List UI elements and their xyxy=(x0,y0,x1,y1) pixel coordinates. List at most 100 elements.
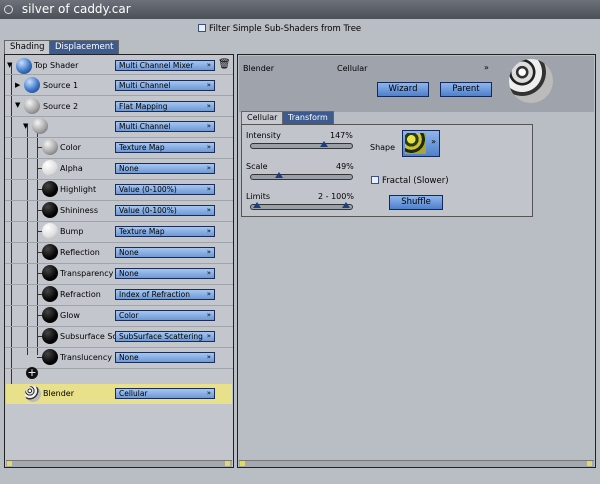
wizard-button[interactable]: Wizard xyxy=(377,82,429,97)
scroll-handle[interactable] xyxy=(240,461,245,466)
shape-selector[interactable]: » xyxy=(402,130,440,157)
editor-scrollbar[interactable] xyxy=(239,460,594,467)
tab-shading[interactable]: Shading xyxy=(4,40,51,54)
dropdown-value: Index of Refraction xyxy=(119,290,190,299)
channel-row-bump[interactable]: Bump Texture Map » xyxy=(5,222,233,241)
divider xyxy=(5,95,233,96)
channel-label: Subsurface Sc xyxy=(60,332,117,341)
channel-dropdown[interactable]: None » xyxy=(115,247,215,258)
shape-label: Shape xyxy=(370,143,396,152)
limits-slider[interactable] xyxy=(250,202,353,210)
chevron-down-icon: » xyxy=(206,227,211,235)
shuffle-button[interactable]: Shuffle xyxy=(389,195,443,210)
channel-row-translucency[interactable]: Translucency None » xyxy=(5,348,233,367)
chevron-down-icon: » xyxy=(206,143,211,151)
dropdown-value: Multi Channel xyxy=(119,81,171,90)
chevron-down-icon: » xyxy=(206,353,211,361)
divider xyxy=(5,116,233,117)
channel-dropdown[interactable]: Texture Map » xyxy=(115,226,215,237)
expand-arrow-icon[interactable]: ▼ xyxy=(15,101,20,109)
channel-row-shininess[interactable]: Shininess Value (0-100%) » xyxy=(5,201,233,220)
source1-label: Source 1 xyxy=(43,81,79,90)
intensity-label: Intensity xyxy=(246,131,281,140)
channel-label: Highlight xyxy=(60,185,97,194)
blender-dropdown[interactable]: Cellular » xyxy=(115,388,215,399)
chevron-down-icon: » xyxy=(206,61,211,69)
channel-dropdown[interactable]: SubSurface Scattering» xyxy=(115,331,215,342)
dropdown-value: None xyxy=(119,248,139,257)
channel-row-highlight[interactable]: Highlight Value (0-100%) » xyxy=(5,180,233,199)
channel-label: Bump xyxy=(60,227,84,236)
intensity-slider[interactable] xyxy=(250,141,353,149)
channel-label: Glow xyxy=(60,311,80,320)
fractal-label: Fractal (Slower) xyxy=(382,176,449,186)
trash-icon[interactable]: 🗑 xyxy=(218,59,231,70)
checkbox-icon[interactable] xyxy=(198,24,206,32)
filter-simple-subshaders-checkbox[interactable]: Filter Simple Sub-Shaders from Tree xyxy=(198,24,361,34)
channel-row-color[interactable]: Color Texture Map » xyxy=(5,138,233,157)
source1-dropdown[interactable]: Multi Channel » xyxy=(115,80,215,91)
top-shader-dropdown[interactable]: Multi Channel Mixer » xyxy=(115,60,215,71)
slider-thumb[interactable] xyxy=(320,141,329,147)
reflection-sphere-icon xyxy=(42,244,58,260)
transparency-sphere-icon xyxy=(42,265,58,281)
slider-thumb-high[interactable] xyxy=(342,202,350,208)
channel-row-reflection[interactable]: Reflection None » xyxy=(5,243,233,262)
parent-button[interactable]: Parent xyxy=(440,82,492,97)
close-icon[interactable] xyxy=(4,5,13,14)
channel-dropdown[interactable]: None » xyxy=(115,268,215,279)
scroll-handle[interactable] xyxy=(7,461,12,466)
blender-row[interactable]: Blender Cellular » xyxy=(6,384,232,404)
dropdown-value: Multi Channel Mixer xyxy=(119,61,194,70)
channel-row-alpha[interactable]: Alpha None » xyxy=(5,159,233,178)
channel-label: Refraction xyxy=(60,290,101,299)
source2-dropdown[interactable]: Flat Mapping » xyxy=(115,101,215,112)
tree-scrollbar[interactable] xyxy=(6,460,232,467)
channel-dropdown[interactable]: Index of Refraction » xyxy=(115,289,215,300)
highlight-sphere-icon xyxy=(42,181,58,197)
expand-arrow-icon[interactable]: ▼ xyxy=(7,61,12,69)
channel-dropdown[interactable]: Texture Map » xyxy=(115,142,215,153)
slider-thumb[interactable] xyxy=(274,172,283,178)
add-shader-icon[interactable]: + xyxy=(26,367,38,379)
channel-dropdown[interactable]: Value (0-100%) » xyxy=(115,184,215,195)
dropdown-value: Multi Channel xyxy=(119,122,171,131)
chevron-down-icon: » xyxy=(206,185,211,193)
translucency-sphere-icon xyxy=(42,349,58,365)
channel-row-subsurface[interactable]: Subsurface Sc SubSurface Scattering» xyxy=(5,327,233,346)
limits-value: 2 - 100% xyxy=(318,192,354,201)
channel-row-refraction[interactable]: Refraction Index of Refraction » xyxy=(5,285,233,304)
tab-transform[interactable]: Transform xyxy=(282,111,334,125)
bump-sphere-icon xyxy=(42,223,58,239)
dropdown-value: Value (0-100%) xyxy=(119,206,177,215)
collapse-arrow-icon[interactable]: ▶ xyxy=(15,81,20,89)
expand-arrow-icon[interactable]: ▼ xyxy=(23,122,28,130)
sub-shader-dropdown[interactable]: Multi Channel » xyxy=(115,121,215,132)
channel-row-transparency[interactable]: Transparency None » xyxy=(5,264,233,283)
scroll-handle[interactable] xyxy=(587,461,592,466)
channel-dropdown[interactable]: None » xyxy=(115,352,215,363)
alpha-sphere-icon xyxy=(42,160,58,176)
color-sphere-icon xyxy=(42,139,58,155)
fractal-checkbox[interactable]: Fractal (Slower) xyxy=(371,176,449,186)
scale-slider[interactable] xyxy=(250,172,353,180)
chevron-down-icon: » xyxy=(206,389,211,397)
channel-dropdown[interactable]: Value (0-100%) » xyxy=(115,205,215,216)
blender-label: Blender xyxy=(43,389,74,398)
channel-dropdown[interactable]: Color » xyxy=(115,310,215,321)
dropdown-value: Flat Mapping xyxy=(119,102,168,111)
channel-row-glow[interactable]: Glow Color » xyxy=(5,306,233,325)
channel-dropdown[interactable]: None » xyxy=(115,163,215,174)
slider-thumb-low[interactable] xyxy=(252,202,261,208)
chevron-down-icon[interactable]: » xyxy=(484,63,489,72)
blender-sphere-icon xyxy=(25,386,41,402)
editor-type[interactable]: Cellular xyxy=(337,64,367,73)
scroll-handle[interactable] xyxy=(225,461,230,466)
dropdown-value: None xyxy=(119,269,139,278)
checkbox-icon[interactable] xyxy=(371,176,379,184)
channel-label: Reflection xyxy=(60,248,100,257)
cellular-panel: Intensity 147% Scale 49% Limits 2 - 100%… xyxy=(241,124,533,217)
tab-cellular[interactable]: Cellular xyxy=(241,111,284,125)
chevron-down-icon: » xyxy=(206,290,211,298)
tab-displacement[interactable]: Displacement xyxy=(49,40,120,54)
